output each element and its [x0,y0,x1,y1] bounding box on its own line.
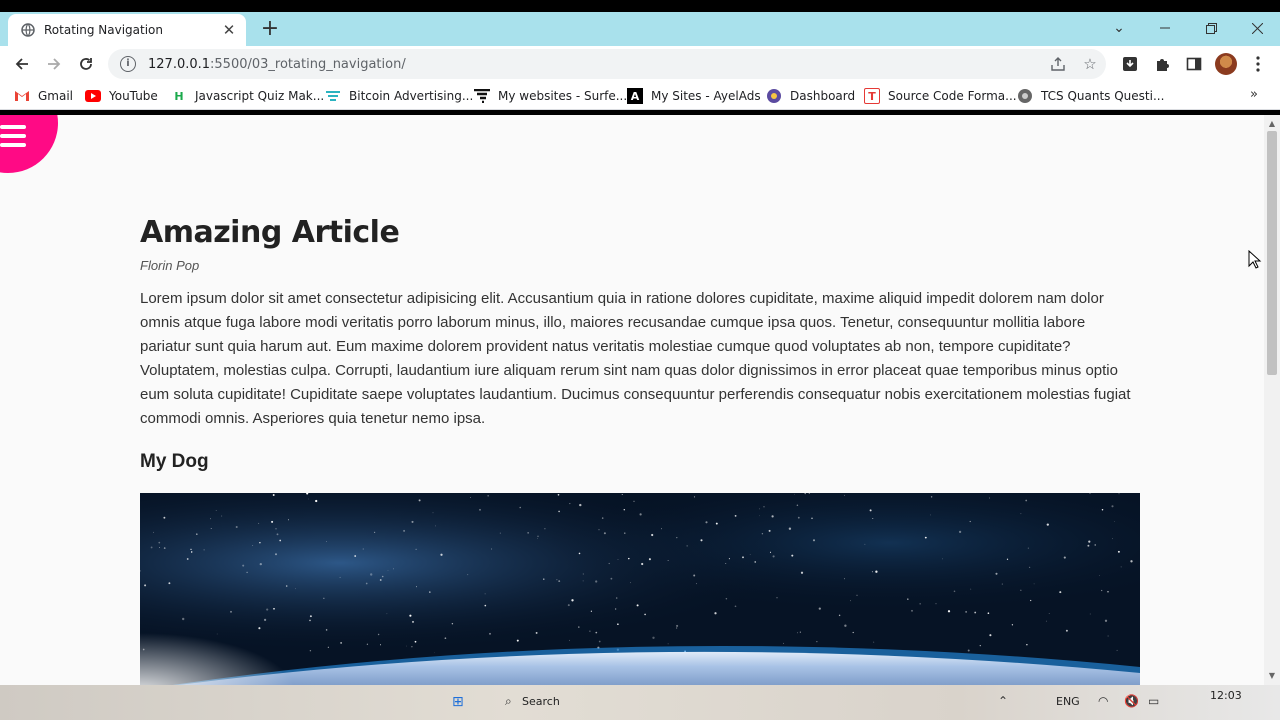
gmail-icon [14,88,30,104]
bookmark-label: TCS Quants Questi... [1041,89,1165,103]
puzzle-extensions-icon[interactable] [1152,54,1172,74]
taskbar-search-icon[interactable]: ⌕ [505,694,512,709]
scrollbar-thumb[interactable] [1267,131,1277,375]
bookmark-youtube[interactable]: YouTube [85,87,158,105]
bookmark-my-sites-ayelads[interactable]: A My Sites - AyelAds [627,87,761,105]
url-path: :5500/03_rotating_navigation/ [210,56,406,72]
bookmark-tcs-quants[interactable]: TCS Quants Questi... [1017,87,1164,105]
site-info-icon[interactable]: i [120,56,136,72]
bookmark-label: YouTube [109,89,158,103]
restore-icon[interactable] [1196,16,1226,40]
article-author: Florin Pop [140,258,200,273]
bookmark-label: Javascript Quiz Mak... [195,89,325,103]
youtube-icon [85,88,101,104]
article-title: Amazing Article [140,215,400,250]
kebab-menu-icon[interactable] [1248,54,1268,74]
scroll-down-arrow-icon[interactable]: ▼ [1264,669,1280,683]
bookmark-label: My Sites - AyelAds [651,89,761,103]
bookmark-star-icon[interactable]: ☆ [1080,54,1100,74]
taskbar-search-label[interactable]: Search [522,695,560,708]
screen: Rotating Navigation ✕ + ⌄ i 127.0.0.1:55… [0,0,1280,720]
download-extension-icon[interactable] [1120,54,1140,74]
bookmark-bitcoin-advertising[interactable]: Bitcoin Advertising... [325,87,473,105]
tray-chevron-icon[interactable]: ⌃ [998,694,1008,708]
bookmark-my-websites[interactable]: My websites - Surfe... [474,87,627,105]
bookmark-label: Bitcoin Advertising... [349,89,474,103]
h-icon: H [174,89,184,103]
surfe-icon [474,88,490,104]
close-window-icon[interactable] [1242,16,1272,40]
article: Amazing Article Florin Pop Lorem ipsum d… [140,215,1140,473]
bookmark-label: Source Code Forma... [888,89,1017,103]
battery-icon[interactable]: ▭ [1148,694,1159,708]
side-panel-icon[interactable] [1184,54,1204,74]
article-subheading: My Dog [140,451,209,472]
browser-toolbar: i 127.0.0.1:5500/03_rotating_navigation/… [0,46,1280,82]
hamburger-menu-icon[interactable] [0,125,26,147]
tcs-icon [1017,88,1033,104]
new-tab-icon[interactable]: + [258,18,282,42]
bookmark-label: Gmail [38,89,74,103]
bookmark-source-code-formatter[interactable]: T Source Code Forma... [864,87,1017,105]
windows-start-icon[interactable]: ⊞ [452,694,464,710]
bookmark-dashboard[interactable]: Dashboard [766,87,855,105]
page-viewport: Amazing Article Florin Pop Lorem ipsum d… [0,115,1264,685]
bookmark-gmail[interactable]: Gmail [14,87,73,105]
minimize-icon[interactable] [1150,16,1180,40]
bookmark-label: My websites - Surfe... [498,89,628,103]
more-bookmarks-icon[interactable]: » [1250,87,1258,102]
dashboard-icon [766,88,782,104]
forward-arrow-icon[interactable] [42,52,66,76]
globe-icon [20,22,36,38]
bookmarks-bar: Gmail YouTube H Javascript Quiz Mak... B… [0,82,1280,110]
t-icon: T [864,88,880,104]
page-scrollbar[interactable]: ▲ ▼ [1264,115,1280,685]
browser-tab[interactable]: Rotating Navigation ✕ [8,14,246,46]
address-bar[interactable]: i 127.0.0.1:5500/03_rotating_navigation/… [108,49,1106,79]
bookmark-label: Dashboard [790,89,856,103]
bookmark-javascript-quiz[interactable]: H Javascript Quiz Mak... [171,87,324,105]
tab-strip: Rotating Navigation ✕ + ⌄ [0,12,1280,46]
taskbar-clock[interactable]: 12:03 [1210,689,1242,702]
share-icon[interactable] [1048,54,1068,74]
scroll-up-arrow-icon[interactable]: ▲ [1264,117,1280,131]
volume-muted-icon[interactable]: 🔇 [1124,694,1139,708]
article-body: Lorem ipsum dolor sit amet consectetur a… [140,290,1131,427]
url-host: 127.0.0.1 [148,56,211,72]
close-tab-icon[interactable]: ✕ [220,21,238,39]
mouse-cursor-icon [1248,250,1262,269]
os-taskbar: ⊞ ⌕ Search ⌃ ENG ◠ 🔇 ▭ 12:03 [0,685,1280,720]
tab-search-chevron-icon[interactable]: ⌄ [1104,16,1134,40]
back-arrow-icon[interactable] [10,52,34,76]
profile-avatar[interactable] [1215,53,1237,75]
reload-icon[interactable] [74,52,98,76]
url-text: 127.0.0.1:5500/03_rotating_navigation/ [148,57,406,72]
ayelads-icon: A [627,88,643,104]
wifi-icon[interactable]: ◠ [1098,694,1108,708]
language-indicator[interactable]: ENG [1056,695,1080,708]
tab-title: Rotating Navigation [44,23,163,37]
bitcoin-ads-icon [325,88,341,104]
space-earth-image [140,493,1140,685]
